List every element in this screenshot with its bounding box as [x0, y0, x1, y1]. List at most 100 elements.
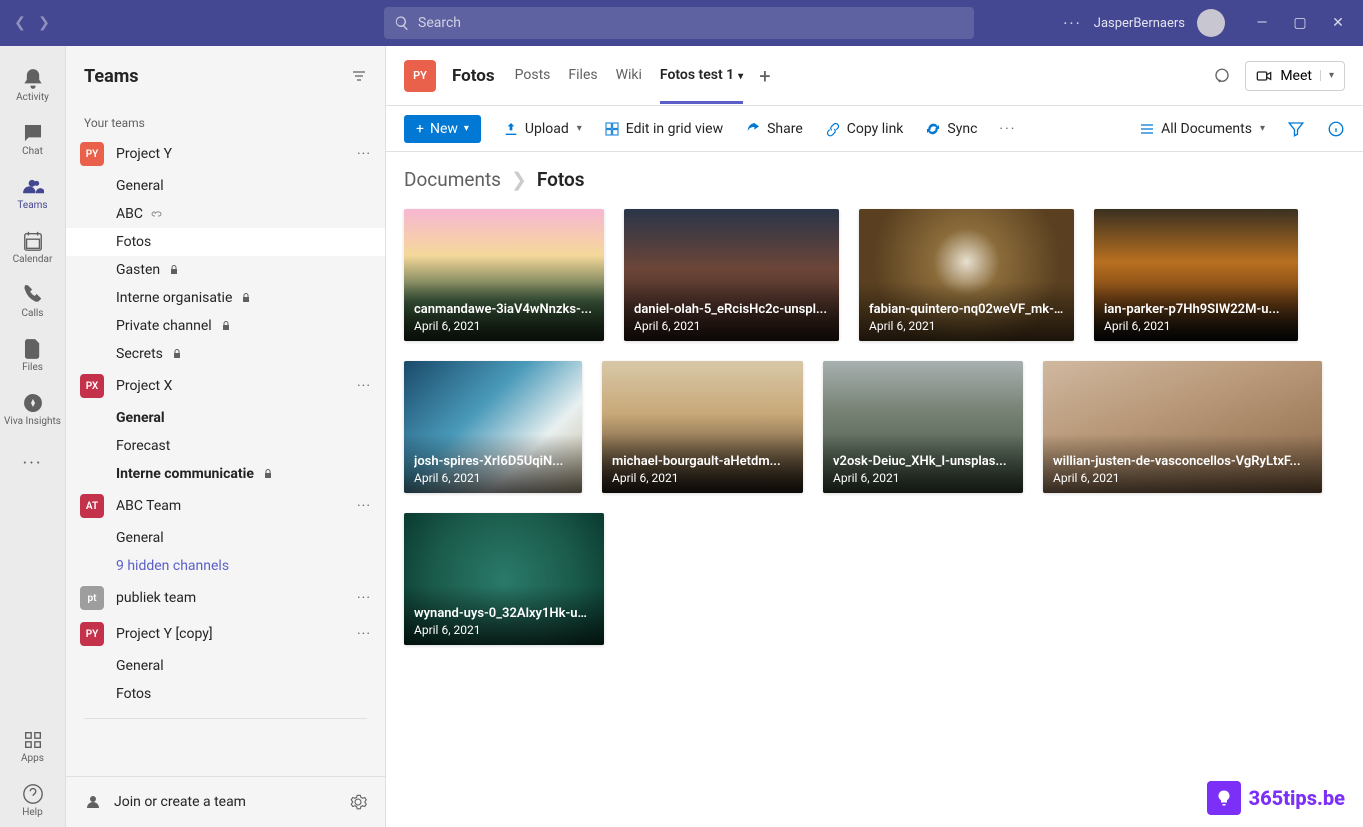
channel-item[interactable]: Fotos [66, 228, 385, 256]
meet-chevron-icon[interactable]: ▾ [1320, 70, 1334, 81]
channel-item[interactable]: Gasten [66, 256, 385, 284]
filter-icon[interactable] [351, 68, 367, 84]
team-row[interactable]: PYProject Y··· [66, 136, 385, 172]
file-card[interactable]: michael-bourgault-aHetdm...April 6, 2021 [602, 361, 803, 493]
rail-label: Viva Insights [4, 416, 61, 427]
watermark: 365tips.be [1207, 781, 1345, 815]
rail-label: Calendar [13, 254, 53, 265]
channel-item[interactable]: Forecast [66, 432, 385, 460]
channel-item[interactable]: Interne communicatie [66, 460, 385, 488]
team-tile: PX [80, 374, 104, 398]
rail-activity[interactable]: Activity [0, 58, 66, 112]
team-row[interactable]: ATABC Team··· [66, 488, 385, 524]
file-grid: canmandawe-3iaV4wNnzks-...April 6, 2021d… [386, 201, 1363, 827]
channel-item[interactable]: General [66, 652, 385, 680]
chat-icon[interactable] [1213, 67, 1231, 85]
all-documents-button[interactable]: All Documents ▾ [1139, 121, 1265, 137]
file-date: April 6, 2021 [869, 319, 1064, 333]
tab-posts[interactable]: Posts [515, 47, 551, 104]
gear-icon[interactable] [349, 793, 367, 811]
channel-name: 9 hidden channels [116, 558, 229, 574]
team-row[interactable]: ptpubliek team··· [66, 580, 385, 616]
team-name: Project Y [116, 146, 172, 162]
team-row[interactable]: PYProject Y [copy]··· [66, 616, 385, 652]
rail-label: Teams [17, 200, 47, 211]
channel-name: Gasten [116, 262, 160, 278]
file-card[interactable]: ian-parker-p7Hh9SIW22M-u...April 6, 2021 [1094, 209, 1298, 341]
join-create-team[interactable]: Join or create a team [66, 776, 385, 827]
file-card[interactable]: wynand-uys-0_32Alxy1Hk-uns...April 6, 20… [404, 513, 604, 645]
maximize-icon[interactable]: ▢ [1285, 15, 1315, 31]
team-more-icon[interactable]: ··· [357, 590, 371, 606]
tab-files[interactable]: Files [568, 47, 597, 104]
team-row[interactable]: PXProject X··· [66, 368, 385, 404]
meet-button[interactable]: Meet ▾ [1245, 61, 1345, 91]
file-name: fabian-quintero-nq02weVF_mk-u... [869, 302, 1064, 317]
filter-funnel-icon[interactable] [1287, 120, 1305, 138]
toolbar-more-icon[interactable]: ··· [999, 121, 1016, 137]
channel-name: General [116, 410, 165, 426]
channel-item[interactable]: Private channel [66, 312, 385, 340]
team-more-icon[interactable]: ··· [357, 378, 371, 394]
channel-item[interactable]: Secrets [66, 340, 385, 368]
file-card[interactable]: fabian-quintero-nq02weVF_mk-u... April 6,… [859, 209, 1074, 341]
file-card[interactable]: canmandawe-3iaV4wNnzks-...April 6, 2021 [404, 209, 604, 341]
rail-label: Apps [21, 753, 44, 764]
tab-fotos-test-1[interactable]: Fotos test 1▾ [660, 47, 743, 104]
sidebar-title: Teams [84, 66, 139, 87]
rail-files[interactable]: Files [0, 328, 66, 382]
rail-viva-insights[interactable]: Viva Insights [0, 382, 66, 436]
copy-link-label: Copy link [847, 121, 904, 137]
search-input[interactable] [384, 7, 974, 39]
linked-icon [151, 208, 163, 220]
apps-icon [22, 729, 44, 751]
copy-link-button[interactable]: Copy link [825, 121, 904, 137]
upload-label: Upload [525, 121, 569, 137]
tab-wiki[interactable]: Wiki [616, 47, 642, 104]
close-icon[interactable]: ✕ [1323, 15, 1353, 31]
channel-item[interactable]: Fotos [66, 680, 385, 708]
channel-item[interactable]: General [66, 524, 385, 552]
team-name: ABC Team [116, 498, 181, 514]
edit-grid-button[interactable]: Edit in grid view [604, 121, 723, 137]
rail-help[interactable]: Help [0, 773, 66, 827]
teams-icon [22, 176, 44, 198]
channel-item[interactable]: Interne organisatie [66, 284, 385, 312]
upload-button[interactable]: Upload ▾ [503, 121, 582, 137]
nav-back-icon[interactable]: ❮ [10, 15, 30, 31]
file-card[interactable]: v2osk-Deiuc_XHk_I-unsplas...April 6, 202… [823, 361, 1023, 493]
team-more-icon[interactable]: ··· [357, 146, 371, 162]
tab-label: Fotos test 1 [660, 67, 734, 83]
info-icon[interactable] [1327, 120, 1345, 138]
file-card[interactable]: josh-spires-XrI6D5UqiN...April 6, 2021 [404, 361, 582, 493]
rail-apps[interactable]: Apps [0, 719, 66, 773]
channel-name: General [116, 658, 164, 674]
team-more-icon[interactable]: ··· [357, 626, 371, 642]
channel-item[interactable]: General [66, 172, 385, 200]
channel-item[interactable]: 9 hidden channels [66, 552, 385, 580]
rail-chat[interactable]: Chat [0, 112, 66, 166]
avatar[interactable] [1197, 9, 1225, 37]
channel-item[interactable]: ABC [66, 200, 385, 228]
file-name: ian-parker-p7Hh9SIW22M-u... [1104, 302, 1288, 317]
file-card[interactable]: willian-justen-de-vasconcellos-VgRyLtxF.… [1043, 361, 1322, 493]
rail-teams[interactable]: Teams [0, 166, 66, 220]
rail-more[interactable]: ··· [0, 436, 66, 490]
nav-forward-icon[interactable]: ❯ [34, 15, 54, 31]
rail-calendar[interactable]: Calendar [0, 220, 66, 274]
team-more-icon[interactable]: ··· [357, 498, 371, 514]
lock-icon [262, 468, 274, 480]
minimize-icon[interactable]: ― [1247, 15, 1277, 31]
channel-item[interactable]: General [66, 404, 385, 432]
rail-calls[interactable]: Calls [0, 274, 66, 328]
channel-name: Fotos [116, 686, 151, 702]
share-icon [745, 121, 761, 137]
breadcrumb-root[interactable]: Documents [404, 168, 501, 191]
more-icon[interactable]: ··· [1063, 14, 1082, 33]
share-button[interactable]: Share [745, 121, 803, 137]
new-button[interactable]: + New ▾ [404, 115, 481, 143]
tab-label: Posts [515, 67, 551, 83]
add-tab-icon[interactable]: + [759, 64, 770, 88]
file-card[interactable]: daniel-olah-5_eRcisHc2c-unspl...April 6,… [624, 209, 839, 341]
sync-button[interactable]: Sync [925, 121, 977, 137]
